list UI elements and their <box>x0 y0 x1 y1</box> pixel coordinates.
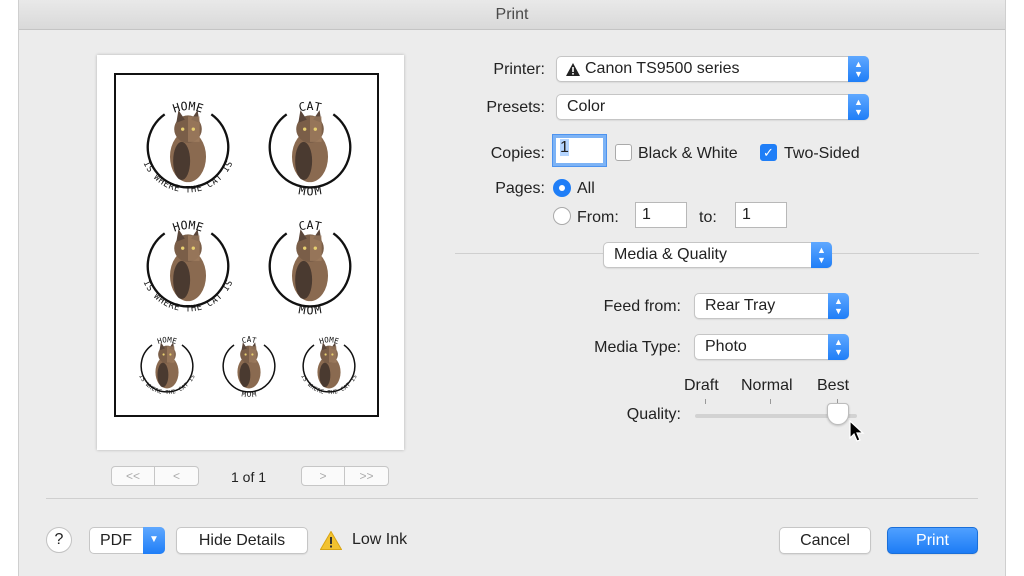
quality-label: Quality: <box>626 406 681 423</box>
two-sided-checkbox[interactable]: ✓ <box>760 144 777 161</box>
sticker-bottom-text: MOM <box>241 389 257 398</box>
preview-sticker: HOME IS WHERE THE CAT IS <box>135 91 241 197</box>
copies-label: Copies: <box>490 145 545 162</box>
feed-from-popup[interactable]: Rear Tray ▲ ▼ <box>694 293 849 319</box>
pages-to-input[interactable]: 1 <box>735 202 787 228</box>
preview-sticker: HOME IS WHERE THE CAT IS <box>135 210 241 316</box>
next-page-button[interactable]: > <box>301 466 345 486</box>
quality-tick-draft <box>705 399 706 404</box>
preview-sticker: HOME IS WHERE THE CAT IS <box>133 330 201 398</box>
pages-from-input[interactable]: 1 <box>635 202 687 228</box>
cat-photo <box>169 229 207 302</box>
quality-best-label: Best <box>817 377 850 394</box>
sticker-top-text: CAT <box>297 218 322 233</box>
sticker-bottom-text: MOM <box>298 183 323 197</box>
preview-sticker: CAT MOM <box>257 91 363 197</box>
printer-popup[interactable]: Canon TS9500 series ▲ ▼ <box>556 56 869 82</box>
preview-sticker: CAT MOM <box>257 210 363 316</box>
sticker-bottom-text: MOM <box>298 302 323 316</box>
section-value: Media & Quality <box>614 246 727 263</box>
first-page-button[interactable]: << <box>111 466 155 486</box>
sticker-top-text: HOME <box>156 335 178 346</box>
mouse-pointer-icon <box>849 420 865 442</box>
page-indicator: 1 of 1 <box>231 469 267 485</box>
media-type-label: Media Type: <box>594 339 681 356</box>
presets-label: Presets: <box>486 99 545 116</box>
cancel-button[interactable]: Cancel <box>779 527 871 554</box>
hide-details-button[interactable]: Hide Details <box>176 527 308 554</box>
quality-slider-thumb[interactable] <box>827 403 849 425</box>
pager-forward-group: > >> <box>301 466 389 486</box>
chevron-up-down-icon: ▲ ▼ <box>848 56 869 82</box>
print-button[interactable]: Print <box>887 527 978 554</box>
chevron-up-down-icon: ▲ ▼ <box>811 242 832 268</box>
quality-normal-label: Normal <box>741 377 793 394</box>
copies-value: 1 <box>560 139 569 156</box>
sticker-top-text: HOME <box>318 335 340 346</box>
cat-photo <box>291 229 329 302</box>
previous-page-button[interactable]: < <box>155 466 199 486</box>
cat-photo <box>169 110 207 183</box>
section-popup[interactable]: Media & Quality ▲ ▼ <box>603 242 832 268</box>
pages-from-radio[interactable] <box>553 207 571 225</box>
media-type-popup[interactable]: Photo ▲ ▼ <box>694 334 849 360</box>
copies-input[interactable]: 1 <box>553 135 606 166</box>
pages-from-label: From: <box>577 209 619 226</box>
media-type-value: Photo <box>705 338 747 355</box>
presets-popup[interactable]: Color ▲ ▼ <box>556 94 869 120</box>
cat-photo <box>155 342 179 389</box>
preview-sticker: CAT MOM <box>215 330 283 398</box>
printer-value: Canon TS9500 series <box>585 60 740 77</box>
sticker-top-text: HOME <box>171 218 205 235</box>
pager-back-group: << < <box>111 466 199 486</box>
warning-icon <box>320 531 342 550</box>
sticker-top-text: CAT <box>297 99 322 114</box>
black-white-label: Black & White <box>638 145 738 162</box>
black-white-checkbox[interactable] <box>615 144 632 161</box>
cat-photo <box>317 342 341 389</box>
low-ink-status: Low Ink <box>352 531 408 548</box>
pages-all-radio[interactable] <box>553 179 571 197</box>
printer-label: Printer: <box>493 61 545 78</box>
two-sided-label: Two-Sided <box>784 145 860 162</box>
quality-draft-label: Draft <box>684 377 719 394</box>
pages-to-label: to: <box>699 209 717 226</box>
cat-photo <box>237 342 261 389</box>
pdf-menu-button[interactable]: PDF ▼ <box>89 527 165 554</box>
preview-sticker: HOME IS WHERE THE CAT IS <box>295 330 363 398</box>
chevron-down-icon: ▼ <box>143 527 165 554</box>
pages-all-label: All <box>577 180 595 197</box>
pdf-label: PDF <box>100 532 132 549</box>
chevron-up-down-icon: ▲ ▼ <box>828 293 849 319</box>
print-dialog: Print HOME IS WHERE THE CAT IS CAT MOM HOME I… <box>18 0 1006 576</box>
last-page-button[interactable]: >> <box>345 466 389 486</box>
help-button[interactable]: ? <box>46 527 72 553</box>
chevron-up-down-icon: ▲ ▼ <box>828 334 849 360</box>
sticker-top-text: HOME <box>171 99 205 116</box>
chevron-up-down-icon: ▲ ▼ <box>848 94 869 120</box>
window-title: Print <box>19 0 1005 30</box>
cat-photo <box>291 110 329 183</box>
sticker-top-text: CAT <box>241 335 258 345</box>
quality-tick-normal <box>770 399 771 404</box>
pages-label: Pages: <box>495 180 545 197</box>
feed-from-value: Rear Tray <box>705 297 776 314</box>
warning-triangle-icon <box>566 63 580 76</box>
feed-from-label: Feed from: <box>603 298 681 315</box>
print-preview-page: HOME IS WHERE THE CAT IS CAT MOM HOME IS WHER… <box>97 55 404 450</box>
presets-value: Color <box>567 98 606 115</box>
footer-separator <box>46 498 978 499</box>
